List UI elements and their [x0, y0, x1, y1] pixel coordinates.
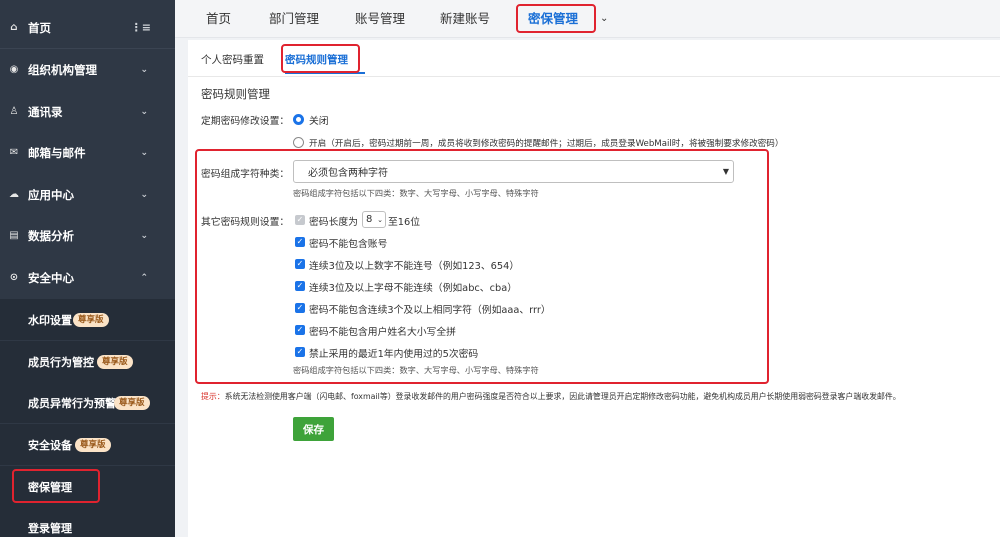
sidebar-item-label: 邮箱与邮件 [28, 145, 86, 160]
periodic-off-label: 关闭 [309, 116, 329, 127]
tip-text: 提示：系统无法检测使用客户端（闪电邮、foxmail等）登录收发邮件的用户密码强… [201, 391, 901, 402]
user-icon: ♙ [9, 106, 19, 117]
rule-label: 密码不能包含连续3个及以上相同字符（例如aaa、rrr） [309, 305, 551, 316]
composition-selected-value: 必须包含两种字符 [308, 168, 388, 179]
tab-highlight-box [516, 4, 596, 33]
composition-hint: 密码组成字符包括以下四类：数字、大写字母、小写字母、特殊字符 [293, 188, 539, 198]
premium-badge: 尊享版 [97, 354, 133, 369]
rule-label: 连续3位及以上字母不能连续（例如abc、cba） [309, 283, 517, 294]
rule-checkbox[interactable]: ✓ [295, 281, 305, 291]
sidebar-subitem-label: 登录管理 [28, 521, 72, 535]
rule-checkbox[interactable]: ✓ [295, 237, 305, 247]
premium-badge: 尊享版 [114, 395, 150, 410]
sidebar-item-analytics[interactable]: ▤ 数据分析 ⌄ [0, 215, 175, 256]
sidebar-item-apps[interactable]: ☁ 应用中心 ⌄ [0, 174, 175, 215]
sidebar-item-org[interactable]: ◉ 组织机构管理 ⌄ [0, 49, 175, 90]
sidebar-item-label: 安全中心 [28, 270, 74, 285]
periodic-on-radio[interactable] [293, 137, 304, 148]
sidebar-item-home[interactable]: ⌂ 首页 ⋮≡ [0, 7, 175, 48]
chevron-down-icon: ⌄ [140, 106, 148, 117]
other-rules-label: 其它密码规则设置： [201, 217, 290, 228]
sidebar-item-mail[interactable]: ✉ 邮箱与邮件 ⌄ [0, 132, 175, 173]
chevron-down-icon[interactable]: ⌄ [600, 0, 608, 38]
chevron-down-icon: ⌄ [140, 230, 148, 241]
sidebar-item-label: 组织机构管理 [28, 62, 97, 77]
sidebar-highlight-box [12, 469, 100, 503]
subtab-highlight-box [281, 44, 360, 73]
sidebar-subitem-label: 水印设置 [28, 313, 72, 327]
periodic-on-label: 开启（开启后，密码过期前一周，成员将收到修改密码的提醒邮件；过期后，成员登录We… [309, 139, 784, 149]
sidebar-subitem-label: 成员行为管控 [28, 355, 94, 369]
chevron-down-icon: ⌄ [140, 189, 148, 200]
min-length-select[interactable]: 8 ⌄ [362, 211, 386, 228]
sidebar-subitem-watermark[interactable]: 水印设置 尊享版 [0, 299, 175, 340]
rule-label: 密码不能包含账号 [309, 239, 388, 250]
tip-body: 系统无法检测使用客户端（闪电邮、foxmail等）登录收发邮件的用户密码强度是否… [224, 392, 901, 401]
length-suffix: 至16位 [388, 217, 421, 228]
sidebar: ⌂ 首页 ⋮≡ ◉ 组织机构管理 ⌄ ♙ 通讯录 ⌄ ✉ 邮箱与邮件 ⌄ ☁ 应… [0, 0, 175, 537]
other-rules-hint: 密码组成字符包括以下四类：数字、大写字母、小写字母、特殊字符 [293, 365, 539, 375]
tab-new-account[interactable]: 新建账号 [440, 0, 490, 38]
chart-icon: ▤ [9, 230, 19, 241]
home-icon: ⌂ [10, 22, 18, 33]
sidebar-item-label: 通讯录 [28, 104, 63, 119]
sidebar-item-security[interactable]: ⊙ 安全中心 ⌃ [0, 257, 175, 298]
length-prefix: 密码长度为 [309, 217, 358, 228]
rule-label: 连续3位及以上数字不能连号（例如123、654） [309, 261, 520, 272]
tab-home[interactable]: 首页 [206, 0, 231, 38]
subtab-personal-reset[interactable]: 个人密码重置 [201, 52, 264, 67]
premium-badge: 尊享版 [73, 312, 109, 327]
main-content: 个人密码重置 密码规则管理 密码规则管理 定期密码修改设置： 关闭 开启（开启后… [188, 40, 1000, 537]
chevron-up-icon: ⌃ [140, 272, 148, 283]
rule-checkbox[interactable]: ✓ [295, 325, 305, 335]
composition-select[interactable]: 必须包含两种字符 ▼ [293, 160, 734, 183]
length-checkbox: ✓ [295, 215, 305, 225]
save-button[interactable]: 保存 [293, 417, 334, 441]
rule-label: 密码不能包含用户姓名大小写全拼 [309, 327, 456, 338]
collapse-menu-icon[interactable]: ⋮≡ [131, 21, 151, 34]
sidebar-item-label: 首页 [28, 20, 51, 35]
periodic-off-radio[interactable] [293, 114, 304, 125]
sidebar-subitem-anomaly-alert[interactable]: 成员异常行为预警 尊享版 [0, 382, 175, 423]
chevron-down-icon: ⌄ [377, 215, 383, 224]
mail-icon: ✉ [9, 147, 19, 158]
chevron-down-icon: ⌄ [140, 64, 148, 75]
min-length-value: 8 [366, 214, 373, 225]
tab-departments[interactable]: 部门管理 [269, 0, 319, 38]
rule-label: 禁止采用的最近1年内使用过的5次密码 [309, 349, 479, 360]
tab-accounts[interactable]: 账号管理 [355, 0, 405, 38]
sidebar-item-label: 数据分析 [28, 228, 74, 243]
rule-checkbox[interactable]: ✓ [295, 259, 305, 269]
rule-checkbox[interactable]: ✓ [295, 347, 305, 357]
tip-prefix: 提示： [201, 392, 225, 401]
premium-badge: 尊享版 [75, 437, 111, 452]
rule-checkbox[interactable]: ✓ [295, 303, 305, 313]
cloud-icon: ☁ [9, 189, 19, 200]
section-title: 密码规则管理 [201, 87, 270, 101]
sidebar-subitem-devices[interactable]: 安全设备 尊享版 [0, 424, 175, 465]
sidebar-item-label: 应用中心 [28, 187, 74, 202]
divider [188, 76, 1000, 77]
sidebar-subitem-login[interactable]: 登录管理 [0, 507, 175, 537]
shield-icon: ⊙ [9, 272, 19, 283]
periodic-change-label: 定期密码修改设置： [201, 116, 290, 127]
sidebar-subitem-label: 安全设备 [28, 438, 72, 452]
database-icon: ◉ [9, 64, 19, 75]
sidebar-subitem-behavior-control[interactable]: 成员行为管控 尊享版 [0, 341, 175, 382]
sidebar-item-contacts[interactable]: ♙ 通讯录 ⌄ [0, 91, 175, 132]
top-nav: 首页 部门管理 账号管理 新建账号 密保管理 ⌄ [175, 0, 1000, 38]
composition-label: 密码组成字符种类： [201, 169, 290, 180]
sidebar-subitem-label: 成员异常行为预警 [28, 396, 116, 410]
chevron-down-icon: ▼ [722, 167, 729, 176]
chevron-down-icon: ⌄ [140, 147, 148, 158]
